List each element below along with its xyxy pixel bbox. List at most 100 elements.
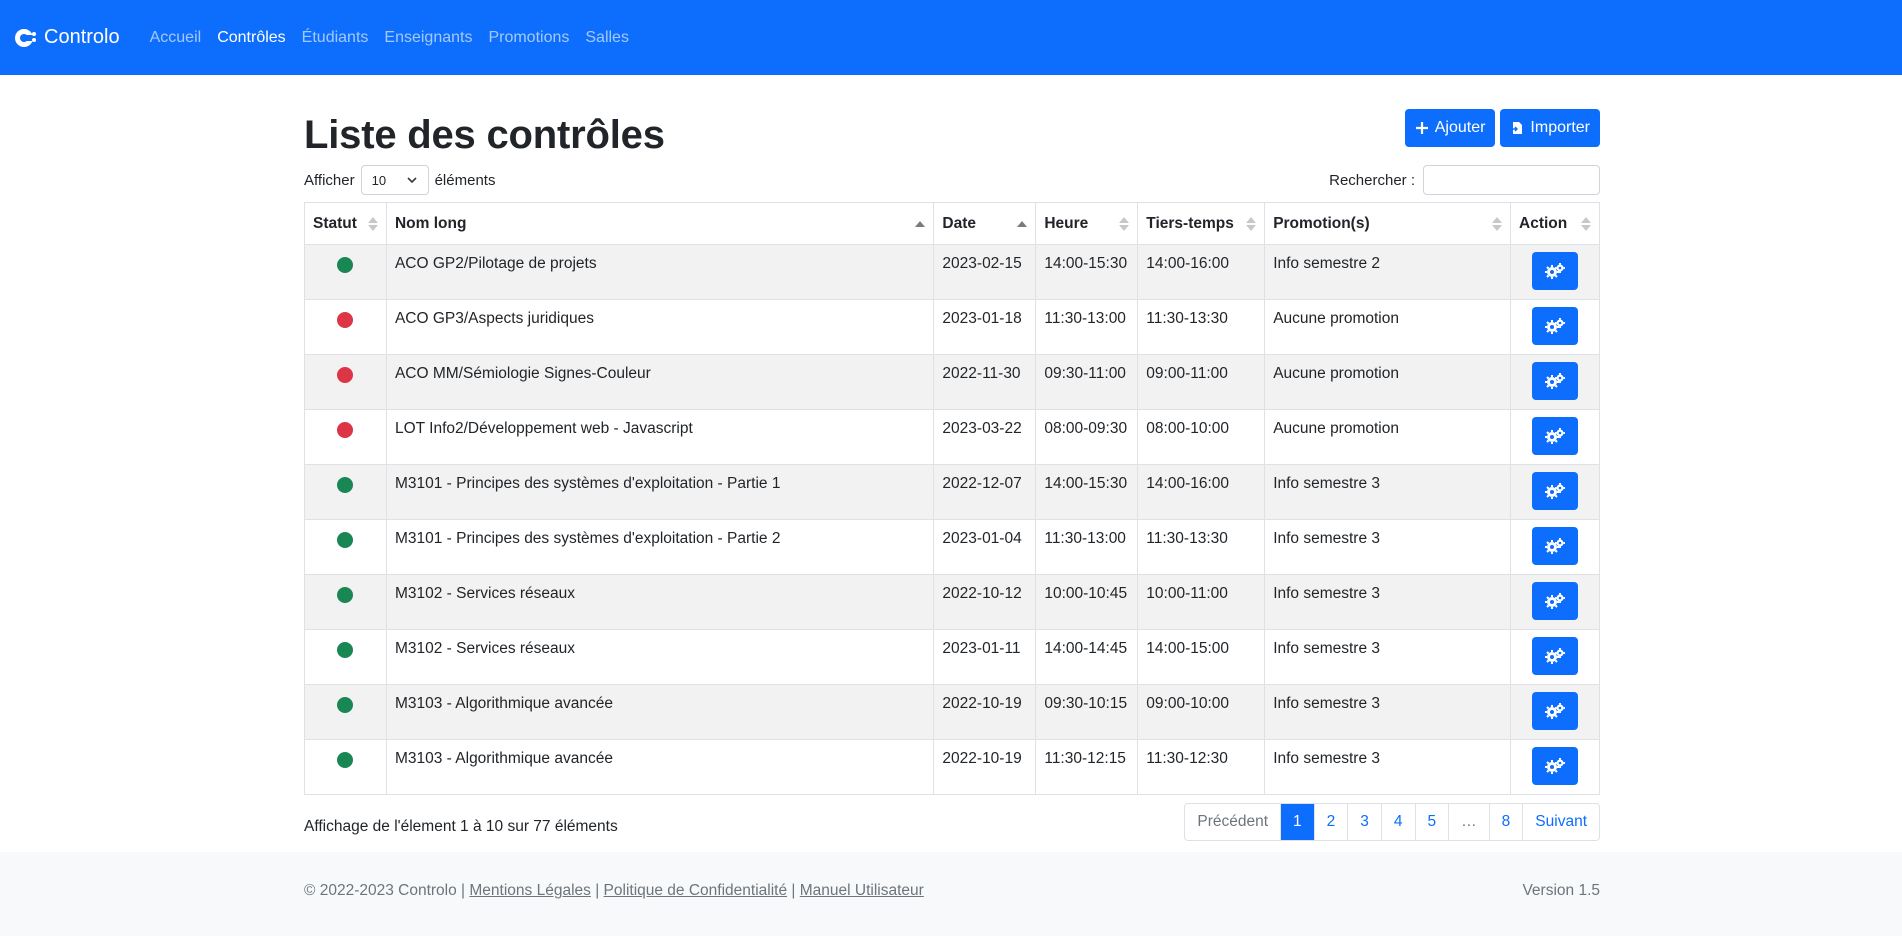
pagination-page-1[interactable]: 1 [1280, 804, 1314, 840]
search-input[interactable] [1423, 165, 1600, 195]
cell-tiers-temps: 11:30-13:30 [1137, 299, 1266, 355]
pagination: Précédent 1 2 3 4 5 … 8 Suivant [1184, 803, 1600, 841]
settings-button[interactable] [1532, 747, 1578, 785]
gears-icon [1545, 373, 1565, 389]
sort-asc-icon [915, 220, 926, 227]
pagination-ellipsis: … [1448, 804, 1489, 840]
settings-button[interactable] [1532, 692, 1578, 730]
cell-status [304, 409, 387, 465]
settings-button[interactable] [1532, 472, 1578, 510]
brand[interactable]: Controlo [14, 26, 120, 50]
link-manuel-utilisateur[interactable]: Manuel Utilisateur [800, 882, 924, 899]
nav-etudiants[interactable]: Étudiants [302, 29, 369, 47]
page-header: Liste des contrôles Ajouter Importer [304, 109, 1600, 161]
column-header-action[interactable]: Action [1510, 202, 1600, 245]
navbar: Controlo Accueil Contrôles Étudiants Ens… [0, 0, 1902, 75]
cell-date: 2023-01-04 [933, 519, 1037, 575]
cell-nom-long: M3103 - Algorithmique avancée [385, 684, 935, 740]
pagination-info: Affichage de l'élement 1 à 10 sur 77 élé… [304, 818, 618, 835]
search-label: Rechercher : [1329, 171, 1415, 189]
pagination-previous[interactable]: Précédent [1185, 804, 1280, 840]
page-length-select[interactable]: 10 [360, 165, 429, 195]
cell-heure: 08:00-09:30 [1035, 409, 1139, 465]
link-politique-confidentialite[interactable]: Politique de Confidentialité [604, 882, 788, 899]
settings-button[interactable] [1532, 252, 1578, 290]
cell-status [304, 299, 387, 355]
column-header-tiers-temps[interactable]: Tiers-temps [1137, 202, 1266, 245]
footer-links: © 2022-2023 Controlo | Mentions Légales … [304, 882, 924, 900]
column-header-heure[interactable]: Heure [1035, 202, 1139, 245]
cell-promotions: Info semestre 2 [1264, 244, 1511, 300]
column-header-promotions[interactable]: Promotion(s) [1264, 202, 1511, 245]
table-row: ACO GP2/Pilotage de projets 2023-02-15 14:… [304, 244, 1600, 300]
status-indicator [337, 642, 354, 658]
column-header-statut[interactable]: Statut [304, 202, 387, 245]
search-control: Rechercher : [1329, 165, 1600, 195]
cell-action [1510, 409, 1600, 465]
page-footer: © 2022-2023 Controlo | Mentions Légales … [0, 852, 1902, 936]
cell-status [304, 244, 387, 300]
gears-icon [1545, 758, 1565, 774]
settings-button[interactable] [1532, 637, 1578, 675]
cell-date: 2023-01-18 [933, 299, 1037, 355]
settings-button[interactable] [1532, 582, 1578, 620]
copyright: © 2022-2023 Controlo | [304, 882, 466, 899]
table-row: M3102 - Services réseaux 2023-01-11 14:00-… [304, 629, 1600, 685]
status-indicator [337, 477, 354, 493]
cell-nom-long: LOT Info2/Développement web - Javascript [385, 409, 935, 465]
nav-accueil[interactable]: Accueil [150, 29, 202, 47]
status-indicator [337, 752, 354, 768]
cell-heure: 14:00-15:30 [1035, 464, 1139, 520]
import-button[interactable]: Importer [1500, 109, 1600, 147]
gears-icon [1545, 428, 1565, 444]
show-label: Afficher [304, 171, 355, 189]
table-body: ACO GP2/Pilotage de projets 2023-02-15 14:… [304, 244, 1600, 795]
nav-salles[interactable]: Salles [585, 29, 629, 47]
column-header-nom-long[interactable]: Nom long [385, 202, 935, 245]
cell-promotions: Info semestre 3 [1264, 574, 1511, 630]
gears-icon [1545, 648, 1565, 664]
cell-date: 2022-12-07 [933, 464, 1037, 520]
cell-promotions: Info semestre 3 [1264, 739, 1511, 795]
link-mentions-legales[interactable]: Mentions Légales [469, 882, 591, 899]
cell-promotions: Info semestre 3 [1264, 629, 1511, 685]
cell-action [1510, 629, 1600, 685]
status-indicator [337, 532, 354, 548]
add-button[interactable]: Ajouter [1404, 109, 1496, 147]
add-button-label: Ajouter [1434, 119, 1486, 136]
sort-asc-icon [1017, 220, 1028, 227]
import-button-label: Importer [1530, 119, 1590, 136]
pagination-page-3[interactable]: 3 [1347, 804, 1381, 840]
nav-controles[interactable]: Contrôles [217, 29, 285, 47]
page-title: Liste des contrôles [304, 113, 665, 157]
cell-status [304, 629, 387, 685]
gears-icon [1545, 263, 1565, 279]
cell-tiers-temps: 09:00-10:00 [1137, 684, 1266, 740]
pagination-page-8[interactable]: 8 [1488, 804, 1523, 840]
footer-content: © 2022-2023 Controlo | Mentions Légales … [304, 882, 1600, 900]
gears-icon [1545, 593, 1565, 609]
cell-status [304, 519, 387, 575]
settings-button[interactable] [1532, 417, 1578, 455]
table-row: M3102 - Services réseaux 2022-10-12 10:00-… [304, 574, 1600, 630]
cell-heure: 11:30-12:15 [1035, 739, 1139, 795]
nav-enseignants[interactable]: Enseignants [384, 29, 472, 47]
cell-tiers-temps: 14:00-15:00 [1137, 629, 1266, 685]
pagination-page-5[interactable]: 5 [1414, 804, 1449, 840]
settings-button[interactable] [1532, 307, 1578, 345]
pagination-page-2[interactable]: 2 [1313, 804, 1348, 840]
settings-button[interactable] [1532, 527, 1578, 565]
cell-status [304, 574, 387, 630]
pagination-next[interactable]: Suivant [1522, 804, 1599, 840]
column-header-date[interactable]: Date [933, 202, 1037, 245]
table-row: M3101 - Principes des systèmes d'exploit… [304, 519, 1600, 575]
cell-heure: 10:00-10:45 [1035, 574, 1139, 630]
settings-button[interactable] [1532, 362, 1578, 400]
footer-separator: | [595, 882, 600, 899]
sort-icon [1581, 216, 1591, 231]
cell-status [304, 464, 387, 520]
nav-promotions[interactable]: Promotions [488, 29, 569, 47]
cell-date: 2022-10-12 [933, 574, 1037, 630]
pagination-page-4[interactable]: 4 [1380, 804, 1415, 840]
cell-promotions: Info semestre 3 [1264, 684, 1511, 740]
